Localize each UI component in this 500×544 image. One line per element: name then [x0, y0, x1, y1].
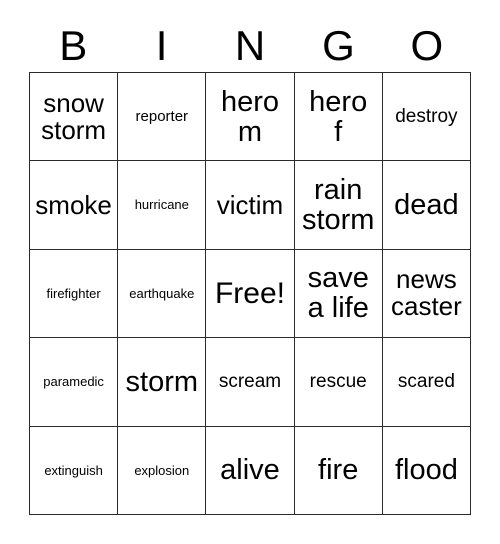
bingo-header-letter-o: O [410, 22, 444, 69]
bingo-cell[interactable]: firefighter [30, 249, 119, 339]
bingo-cell-label: smoke [35, 189, 112, 220]
bingo-cell-label: explosion [134, 462, 190, 478]
bingo-cell-label: save a life [307, 262, 369, 325]
bingo-cell[interactable]: paramedic [30, 338, 119, 427]
bingo-cell-label: paramedic [43, 374, 104, 390]
bingo-cell[interactable]: earthquake [118, 249, 207, 339]
bingo-grid: snow storm reporter hero m hero f destroy smo… [29, 72, 471, 515]
bingo-free-space-label: Free! [214, 276, 285, 310]
bingo-cell-label: flood [394, 454, 458, 487]
bingo-card: B I N G O snow storm reporter hero m hero f dest… [0, 0, 500, 544]
bingo-cell-label: hero f [309, 85, 368, 148]
bingo-cell-label: earthquake [129, 285, 195, 301]
bingo-free-space[interactable]: Free! [206, 249, 295, 339]
bingo-cell[interactable]: hero f [294, 73, 383, 162]
bingo-cell-label: hero m [220, 85, 280, 148]
bingo-cell-label: dead [394, 189, 459, 222]
bingo-header: BINGO [29, 20, 471, 72]
bingo-cell[interactable]: save a life [294, 249, 383, 339]
bingo-cell-label: victim [216, 189, 284, 220]
bingo-cell-label: destroy [395, 105, 458, 127]
bingo-header-letter-b: B [59, 22, 88, 69]
bingo-cell-label: news caster [390, 264, 462, 322]
bingo-cell[interactable]: fire [294, 426, 383, 515]
bingo-cell-label: fire [318, 454, 359, 487]
bingo-cell[interactable]: scared [382, 338, 471, 427]
bingo-cell-label: firefighter [46, 285, 101, 301]
bingo-cell-label: scared [397, 371, 455, 393]
bingo-cell[interactable]: snow storm [30, 73, 119, 162]
bingo-cell[interactable]: dead [382, 161, 471, 250]
bingo-cell[interactable]: storm [118, 338, 207, 427]
bingo-cell[interactable]: hero m [206, 73, 295, 162]
bingo-cell[interactable]: destroy [382, 73, 471, 162]
bingo-cell[interactable]: victim [206, 161, 295, 250]
bingo-cell[interactable]: news caster [382, 249, 471, 339]
bingo-cell-label: scream [218, 371, 282, 393]
bingo-cell-label: hurricane [134, 197, 189, 213]
bingo-cell-label: alive [220, 454, 280, 487]
bingo-header-letter-g: G [322, 22, 355, 69]
bingo-cell-label: extinguish [44, 462, 103, 478]
bingo-cell-label: rain storm [301, 173, 375, 237]
bingo-cell[interactable]: flood [382, 426, 471, 515]
bingo-cell[interactable]: explosion [118, 426, 207, 515]
bingo-cell-label: snow storm [41, 87, 107, 145]
bingo-cell[interactable]: scream [206, 338, 295, 427]
bingo-cell[interactable]: rescue [294, 338, 383, 427]
bingo-cell[interactable]: extinguish [30, 426, 119, 515]
bingo-header-letter-n: N [234, 22, 266, 69]
bingo-cell[interactable]: hurricane [118, 161, 207, 250]
bingo-cell-label: reporter [135, 107, 189, 125]
bingo-cell-label: rescue [309, 371, 367, 393]
bingo-cell[interactable]: reporter [118, 73, 207, 162]
bingo-cell[interactable]: alive [206, 426, 295, 515]
bingo-cell[interactable]: smoke [30, 161, 119, 250]
bingo-header-letter-i: I [155, 22, 168, 69]
bingo-cell-label: storm [125, 365, 199, 398]
bingo-cell[interactable]: rain storm [294, 161, 383, 250]
